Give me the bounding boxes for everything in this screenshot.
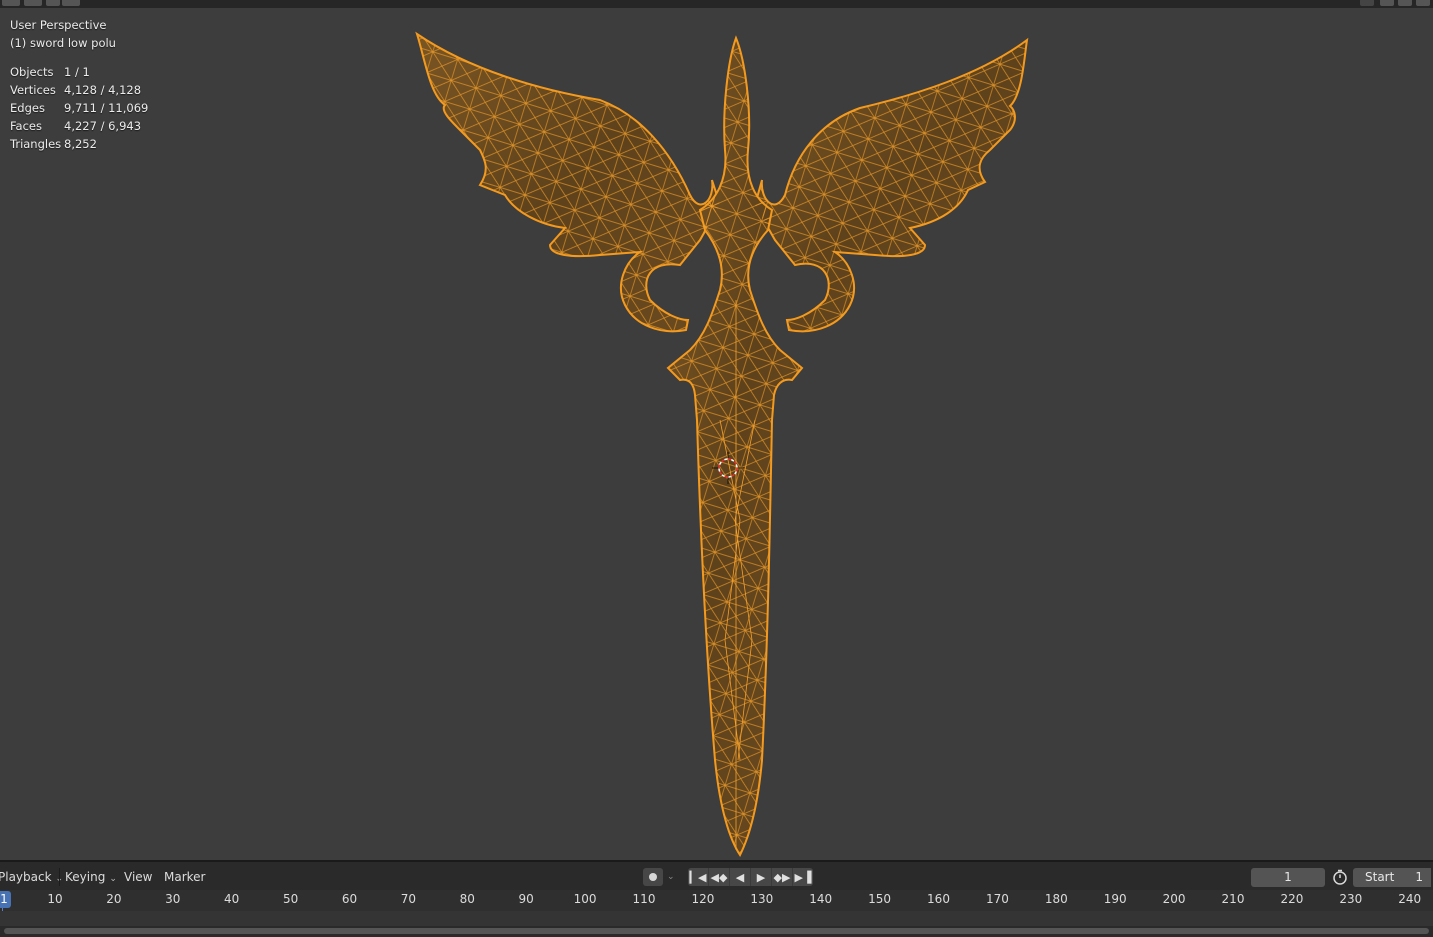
ruler-tick-label: 90 [518,892,534,906]
marker-menu[interactable]: Marker [164,868,205,886]
next-keyframe-button[interactable]: ◆▶ [772,868,793,886]
start-frame-value: 1 [1415,870,1423,884]
ruler-tick-label: 170 [985,892,1009,906]
ruler-tick-label: 220 [1280,892,1304,906]
stat-row-faces: Faces 4,227 / 6,943 [10,117,148,135]
sword-mesh[interactable] [0,8,1433,860]
3d-viewport[interactable]: User Perspective (1) sword low polu Obje… [0,8,1433,860]
timeline-header: Playback ⌄ Keying ⌄ View Marker ⌄ ▎◀ ◀◆ ◀ … [0,860,1433,890]
stat-value: 4,227 / 6,943 [64,119,142,133]
ruler-tick-label: 210 [1221,892,1245,906]
viewport-header [0,0,1433,8]
playback-menu-label: Playback [0,870,52,884]
header-toggle-3[interactable] [1416,0,1430,6]
play-icon: ▶ [756,870,766,884]
stat-row-vertices: Vertices 4,128 / 4,128 [10,81,148,99]
ruler-tick-label: 160 [927,892,950,906]
ruler-tick-label: 130 [750,892,774,906]
mode-button[interactable] [46,0,60,6]
ruler-tick-label: 240 [1398,892,1422,906]
current-frame-field[interactable]: 1 [1251,868,1325,887]
editor-type-button[interactable] [2,0,20,6]
current-frame-indicator[interactable]: 1 [0,891,11,908]
timeline-scrollbar[interactable] [0,926,1433,937]
ruler-tick-label: 70 [400,892,417,906]
play-reverse-button[interactable]: ◀ [730,868,751,886]
active-object-label: (1) sword low polu [10,36,116,50]
stat-label: Triangles [10,137,62,151]
ruler-tick-label: 30 [165,892,181,906]
scrollbar-thumb[interactable] [4,928,1429,934]
auto-keying-button[interactable] [643,868,663,886]
ruler-tick-label: 180 [1044,892,1068,906]
stat-value: 9,711 / 11,069 [64,101,149,115]
frame-ruler[interactable]: 1 10 20 30 40 50 60 70 80 90 100 110 120 130 140 150 16… [0,890,1433,911]
play-reverse-icon: ◀ [735,870,745,884]
ruler-tick-label: 200 [1162,892,1186,906]
ruler-tick-label: 140 [809,892,833,906]
header-menu-button-2[interactable] [62,0,80,6]
ruler-tick-label: 20 [106,892,122,906]
playback-menu[interactable]: Playback ⌄ [0,868,63,886]
next-keyframe-icon: ◆▶ [773,870,791,884]
start-frame-label: Start [1365,870,1395,884]
stat-label: Objects [10,65,54,79]
play-button[interactable]: ▶ [751,868,772,886]
ruler-tick-label: 50 [282,892,299,906]
view-menu[interactable]: View [124,868,152,886]
stat-label: Vertices [10,83,56,97]
jump-end-icon: ▶▐ [794,870,812,884]
ruler-tick-label: 10 [47,892,63,906]
ruler-tick-label: 100 [573,892,597,906]
header-toggle-1[interactable] [1380,0,1394,6]
start-frame-field[interactable]: Start 1 [1353,868,1431,887]
keying-menu[interactable]: Keying ⌄ [59,868,117,886]
stat-row-objects: Objects 1 / 1 [10,63,148,81]
chevron-down-icon: ⌄ [109,874,117,884]
prev-keyframe-button[interactable]: ◀◆ [709,868,730,886]
jump-start-icon: ▎◀ [689,870,707,884]
header-icon-button[interactable] [1360,0,1374,6]
prev-keyframe-icon: ◀◆ [710,870,728,884]
ruler-tick-label: 110 [632,892,656,906]
view-perspective-label: User Perspective [10,18,107,32]
stat-row-edges: Edges 9,711 / 11,069 [10,99,148,117]
stat-row-triangles: Triangles 8,252 [10,135,148,153]
ruler-tick-label: 190 [1103,892,1127,906]
ruler-tick-label: 80 [459,892,475,906]
sword-wireframe [415,31,1029,857]
stopwatch-icon[interactable] [1331,868,1349,886]
record-icon [649,873,657,881]
stat-value: 8,252 [64,137,97,151]
header-toggle-2[interactable] [1398,0,1412,6]
playback-controls: ▎◀ ◀◆ ◀ ▶ ◆▶ ▶▐ [688,868,813,886]
keying-menu-label: Keying [65,870,106,884]
stat-value: 1 / 1 [64,65,90,79]
timeline-track[interactable] [0,911,1433,926]
stat-label: Edges [10,101,45,115]
ruler-tick-label: 230 [1339,892,1363,906]
chevron-down-icon[interactable]: ⌄ [667,868,675,886]
header-menu-button[interactable] [24,0,42,6]
jump-to-end-button[interactable]: ▶▐ [793,868,813,886]
jump-to-start-button[interactable]: ▎◀ [688,868,709,886]
ruler-tick-label: 120 [691,892,715,906]
ruler-tick-label: 150 [868,892,892,906]
stat-value: 4,128 / 4,128 [64,83,142,97]
viewport-info-overlay: User Perspective (1) sword low polu Obje… [10,16,148,153]
ruler-tick-label: 60 [341,892,358,906]
ruler-tick-label: 40 [224,892,240,906]
stat-label: Faces [10,119,42,133]
